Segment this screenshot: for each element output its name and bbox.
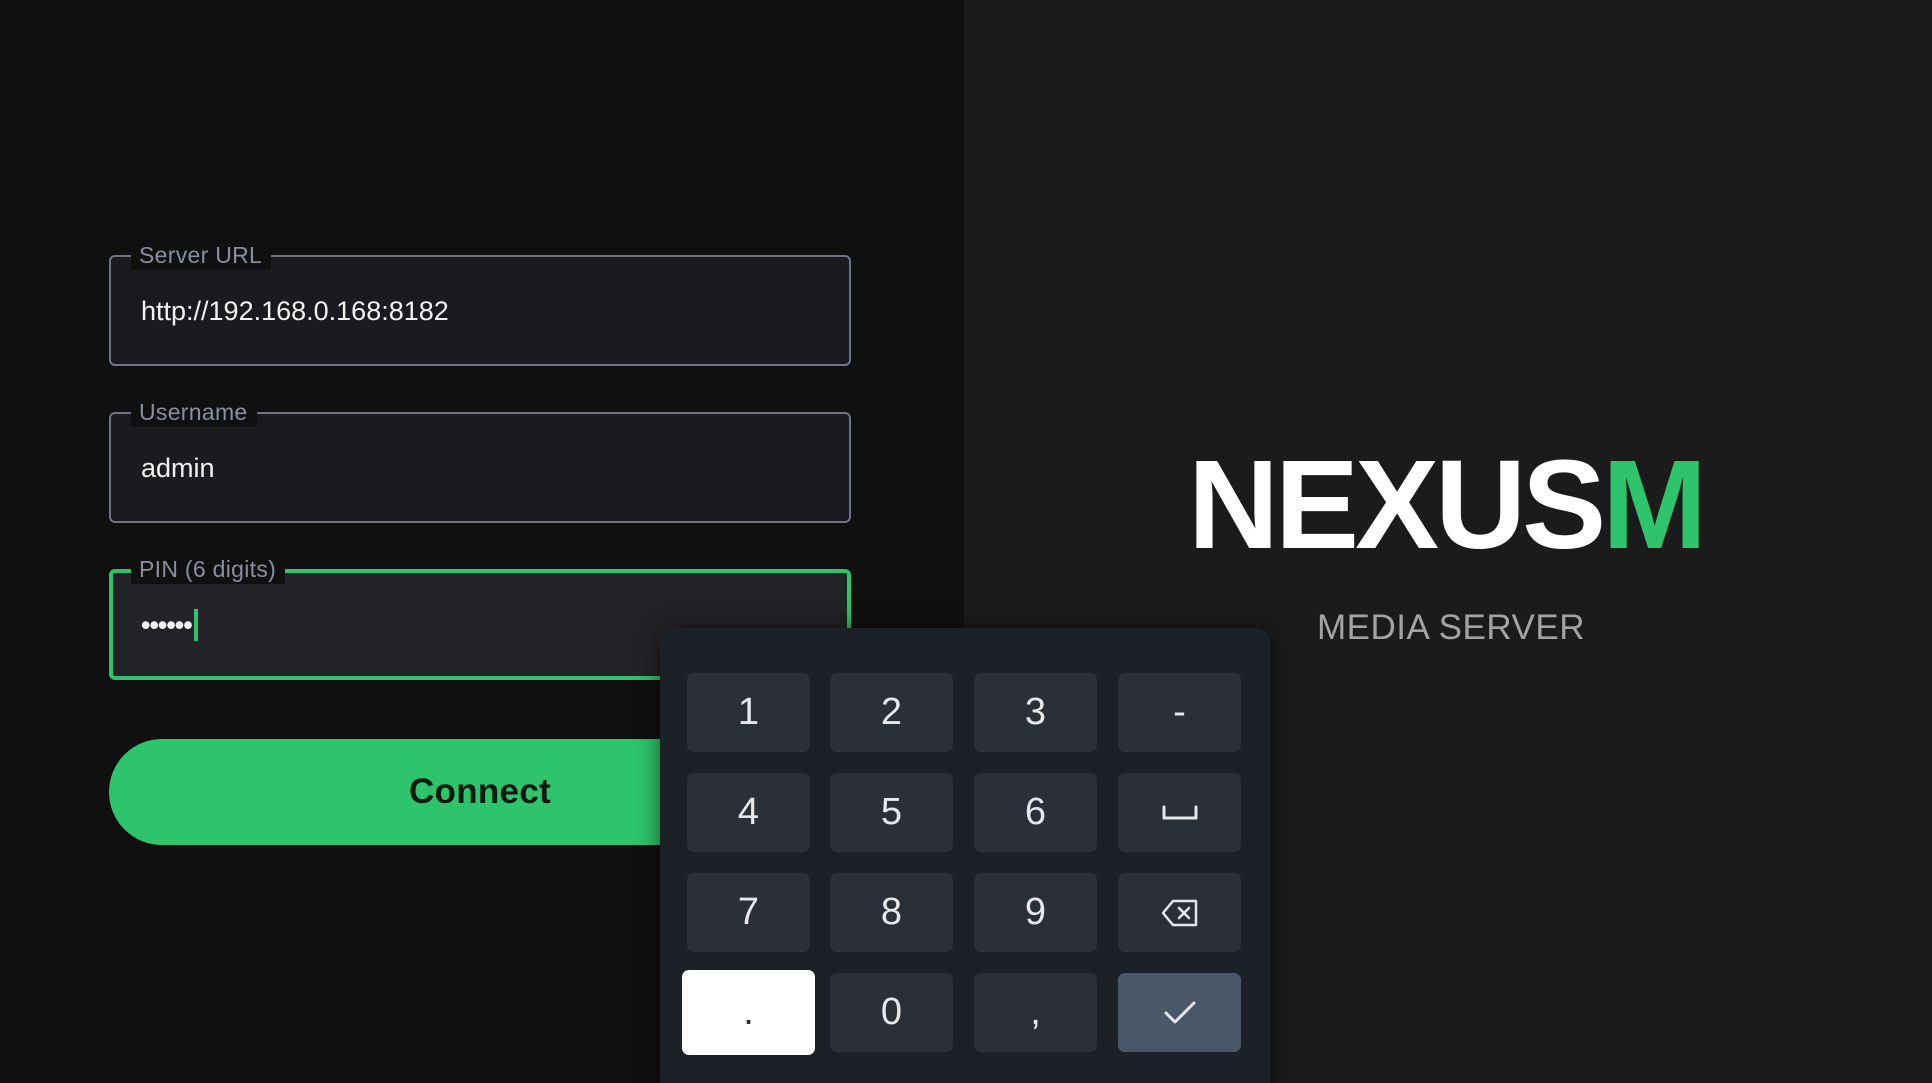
username-value: admin: [141, 453, 215, 483]
app-logo: NEXUSM: [1188, 440, 1707, 570]
key-comma[interactable]: ,: [974, 973, 1097, 1052]
key-5[interactable]: 5: [830, 773, 953, 852]
key-2[interactable]: 2: [830, 673, 953, 752]
key-backspace[interactable]: [1118, 873, 1241, 952]
server-url-field[interactable]: Server URL http://192.168.0.168:8182: [109, 240, 851, 366]
key-space[interactable]: [1118, 773, 1241, 852]
key-4[interactable]: 4: [687, 773, 810, 852]
key-confirm[interactable]: [1118, 973, 1241, 1052]
server-url-value: http://192.168.0.168:8182: [141, 296, 449, 326]
logo-text-main: NEXUS: [1188, 434, 1606, 575]
numeric-keypad: 1 2 3 - 4 5 6 7 8 9 . 0 ,: [660, 628, 1270, 1083]
key-0[interactable]: 0: [830, 973, 953, 1052]
backspace-icon: [1161, 899, 1199, 927]
username-field[interactable]: Username admin: [109, 397, 851, 523]
pin-value: ••••••: [141, 607, 198, 643]
key-1[interactable]: 1: [687, 673, 810, 752]
key-7[interactable]: 7: [687, 873, 810, 952]
username-label: Username: [131, 397, 257, 427]
server-url-label: Server URL: [131, 240, 272, 270]
logo-text-accent: M: [1602, 434, 1707, 575]
key-dot[interactable]: .: [682, 970, 815, 1055]
text-caret: [193, 609, 198, 641]
key-3[interactable]: 3: [974, 673, 1097, 752]
pin-masked-value: ••••••: [141, 610, 193, 640]
key-9[interactable]: 9: [974, 873, 1097, 952]
key-8[interactable]: 8: [830, 873, 953, 952]
key-dash[interactable]: -: [1118, 673, 1241, 752]
pin-label: PIN (6 digits): [131, 554, 286, 584]
key-6[interactable]: 6: [974, 773, 1097, 852]
space-icon: [1162, 805, 1198, 821]
check-icon: [1163, 1000, 1197, 1026]
login-screen: Server URL http://192.168.0.168:8182 Use…: [0, 0, 1932, 1083]
